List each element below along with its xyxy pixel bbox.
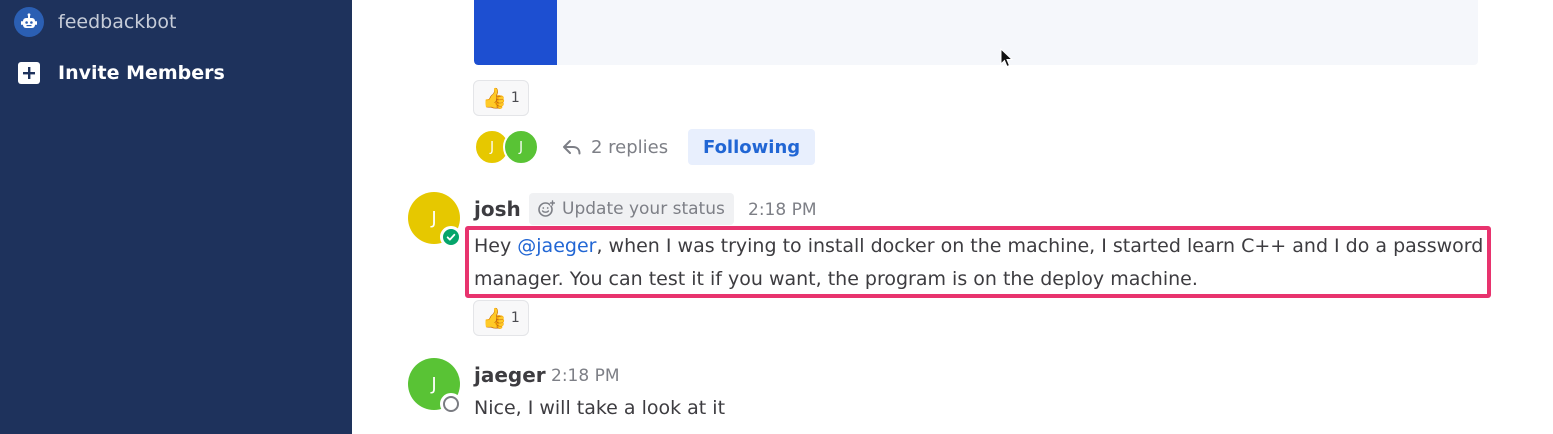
bot-icon [14,7,44,37]
reaction-thumbs-up[interactable]: 👍 1 [473,80,529,116]
attachment-thumbnail [474,0,557,65]
online-status-icon [440,226,462,248]
reaction-count: 1 [510,90,520,106]
update-status-button[interactable]: Update your status [529,193,734,225]
update-status-label: Update your status [562,199,725,219]
message-author[interactable]: jaeger [474,363,546,387]
invite-members-button[interactable]: Invite Members [0,53,225,93]
reaction-count: 1 [510,310,520,326]
message-author[interactable]: josh [474,197,521,221]
message-text-after: , when I was trying to install docker on… [474,235,1484,290]
plus-icon [18,62,40,84]
participant-avatar[interactable]: J [503,129,539,165]
reaction-thumbs-up[interactable]: 👍 1 [473,300,529,336]
following-button[interactable]: Following [688,129,816,165]
offline-status-icon [440,393,462,415]
mention-link[interactable]: @jaeger [517,235,596,257]
invite-members-label: Invite Members [58,62,225,84]
message-text-before: Hey [474,235,518,257]
message-text: Hey @jaeger, when I was trying to instal… [474,230,1484,296]
emoji-add-icon [538,200,555,217]
message-timestamp[interactable]: 2:18 PM [748,200,817,220]
message-text: Nice, I will take a look at it [474,397,726,419]
thumbs-up-icon: 👍 [482,306,507,330]
mouse-cursor-icon [1000,48,1014,68]
thumbs-up-icon: 👍 [482,86,507,110]
attachment-preview[interactable] [474,0,1478,65]
sidebar: feedbackbot Invite Members [0,0,352,434]
replies-link[interactable]: 2 replies [591,137,668,158]
sidebar-item-label: feedbackbot [58,11,177,33]
thread-footer: J J 2 replies Following [474,128,816,166]
sidebar-item-feedbackbot[interactable]: feedbackbot [0,2,176,42]
message-timestamp[interactable]: 2:18 PM [551,366,620,386]
reply-arrow-icon[interactable] [562,137,582,157]
